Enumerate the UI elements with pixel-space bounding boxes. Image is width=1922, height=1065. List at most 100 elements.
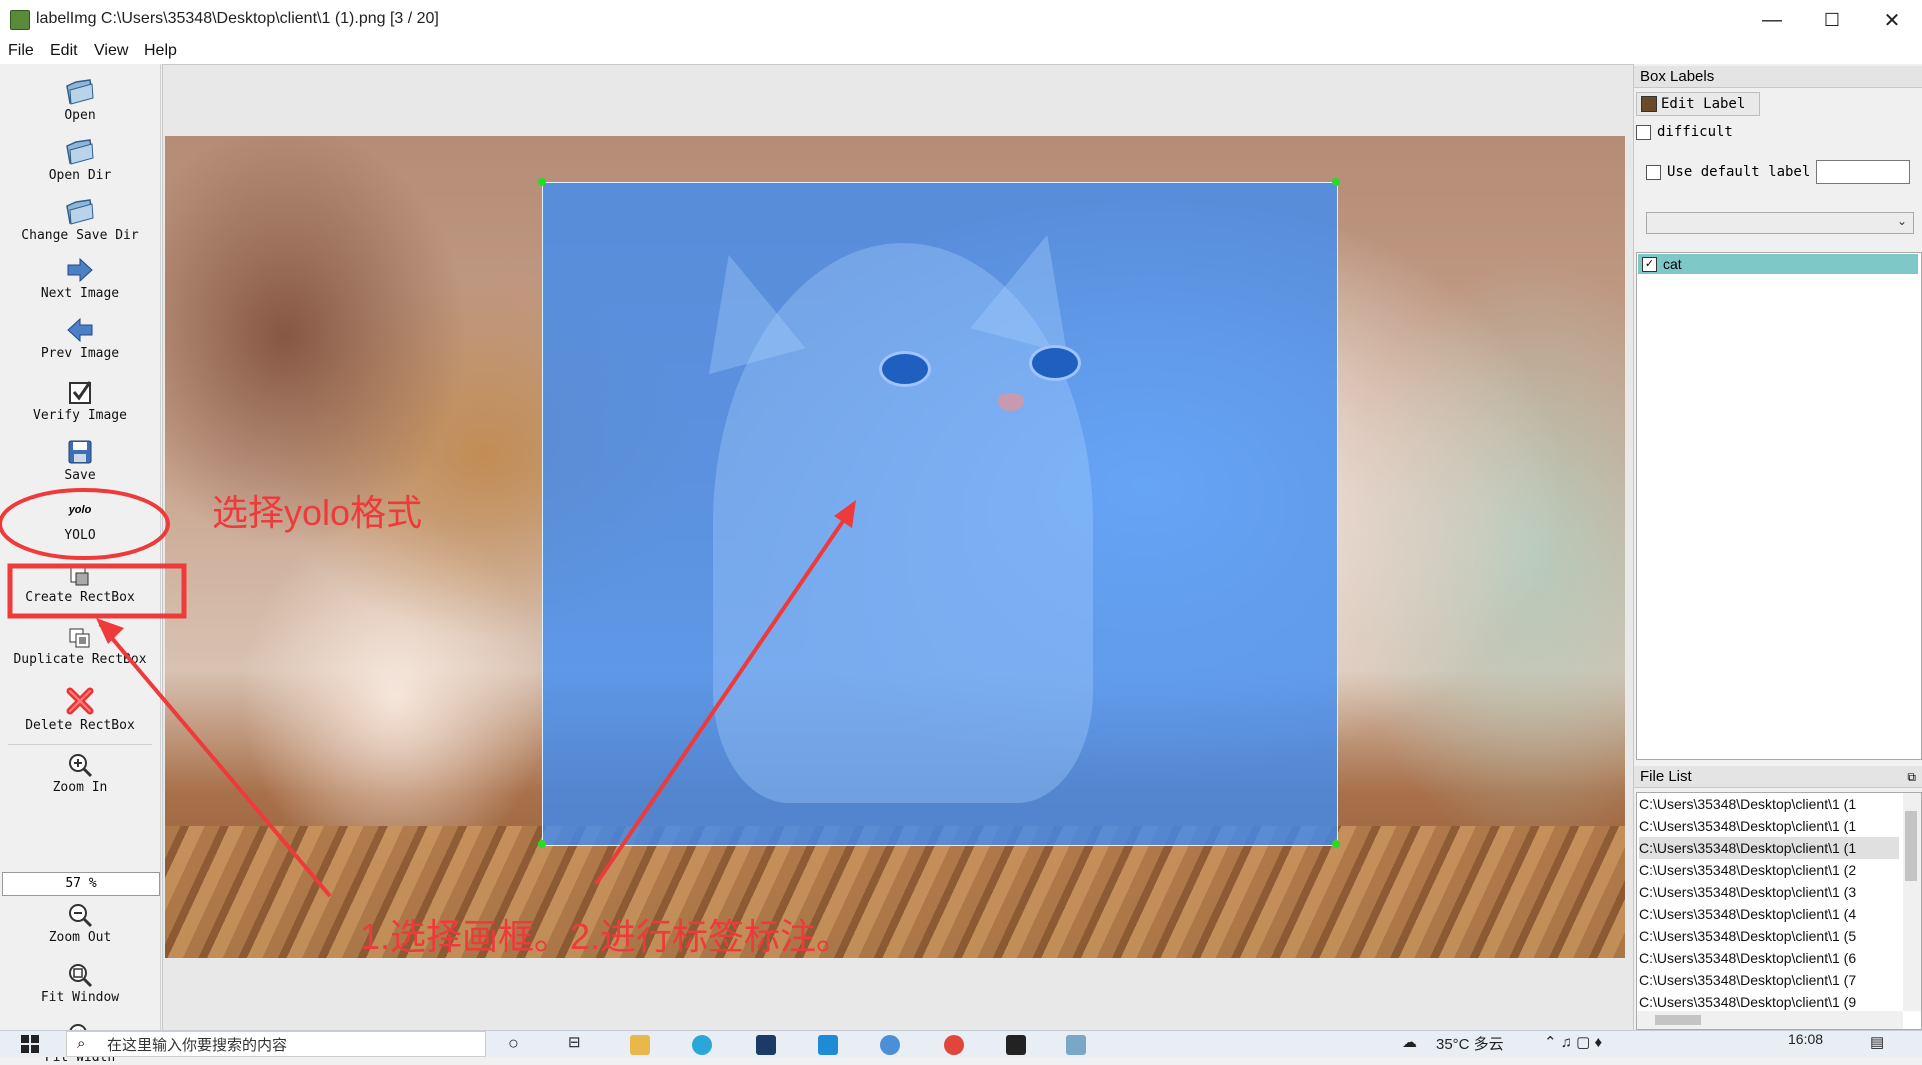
arrow-left-icon	[67, 317, 93, 343]
save-button[interactable]: Save	[0, 438, 160, 483]
copy-icon	[69, 628, 90, 648]
zoom-level-field[interactable]: 57 %	[2, 872, 160, 896]
format-label: YOLO	[64, 528, 96, 543]
file-list-item[interactable]: C:\Users\35348\Desktop\client\1 (1	[1639, 815, 1899, 837]
file-list-item[interactable]: C:\Users\35348\Desktop\client\1 (4	[1639, 903, 1899, 925]
steps-note: 1.选择画框。2.进行标签标注。	[360, 916, 853, 957]
scrollbar-thumb[interactable]	[1655, 1015, 1701, 1025]
taskbar-search-box[interactable]: ⌕ 在这里输入你要搜索的内容	[66, 1031, 486, 1057]
use-default-label-text: Use default label	[1667, 164, 1811, 180]
file-list-item[interactable]: C:\Users\35348\Desktop\client\1 (3	[1639, 881, 1899, 903]
app-icon[interactable]	[880, 1035, 900, 1055]
chevron-down-icon: ⌄	[1896, 214, 1907, 228]
file-list-item[interactable]: C:\Users\35348\Desktop\client\1 (6	[1639, 947, 1899, 969]
default-label-input[interactable]	[1816, 160, 1910, 184]
box-handle-bottom-right[interactable]	[1332, 840, 1340, 848]
delete-rectbox-button[interactable]: Delete RectBox	[0, 686, 160, 733]
use-default-label-row[interactable]: Use default label	[1646, 164, 1810, 180]
format-note: 选择yolo格式	[212, 492, 423, 533]
open-label: Open	[64, 108, 96, 123]
file-explorer-icon[interactable]	[630, 1035, 650, 1055]
zoom-in-label: Zoom In	[52, 780, 108, 795]
file-list-item-selected[interactable]: C:\Users\35348\Desktop\client\1 (1	[1639, 837, 1899, 859]
toolbar: Open Open Dir Change Save Dir Next Image…	[0, 64, 161, 1065]
pencil-icon	[1641, 96, 1657, 112]
difficult-checkbox[interactable]	[1636, 124, 1651, 140]
file-list-item[interactable]: C:\Users\35348\Desktop\client\1 (2	[1639, 859, 1899, 881]
close-button[interactable]: ✕	[1862, 0, 1922, 40]
cortana-icon[interactable]: ○	[508, 1033, 519, 1054]
checked-icon[interactable]: ✓	[1642, 256, 1657, 272]
change-save-dir-label: Change Save Dir	[21, 228, 139, 243]
toolbar-divider	[8, 744, 152, 745]
file-list-item[interactable]: C:\Users\35348\Desktop\client\1 (5	[1639, 925, 1899, 947]
notification-icon[interactable]: ▤	[1870, 1033, 1884, 1051]
create-rect-icon	[70, 567, 89, 586]
maximize-button[interactable]: ☐	[1802, 0, 1862, 40]
file-list-item[interactable]: C:\Users\35348\Desktop\client\1 (9	[1639, 991, 1899, 1013]
vscode-icon[interactable]	[818, 1035, 838, 1055]
label-item-cat[interactable]: ✓ cat	[1638, 254, 1918, 274]
window-title: labelImg C:\Users\35348\Desktop\client\1…	[36, 10, 439, 27]
minimize-button[interactable]: —	[1742, 0, 1802, 40]
zoom-in-icon	[69, 754, 93, 778]
menu-edit[interactable]: Edit	[50, 42, 78, 60]
edit-label-button[interactable]: Edit Label	[1636, 92, 1760, 116]
weather-text[interactable]: 35°C 多云	[1436, 1033, 1504, 1054]
prev-image-button[interactable]: Prev Image	[0, 316, 160, 361]
file-list-vertical-scrollbar[interactable]	[1903, 793, 1921, 1011]
box-handle-top-left[interactable]	[538, 178, 546, 186]
task-view-icon[interactable]: ⊟	[568, 1033, 581, 1051]
create-rectbox-button[interactable]: Create RectBox	[0, 564, 160, 605]
box-handle-bottom-left[interactable]	[538, 840, 546, 848]
bounding-box-cat[interactable]	[542, 182, 1338, 846]
label-combo-box[interactable]: ⌄	[1646, 212, 1914, 234]
dev-app-icon[interactable]	[756, 1035, 776, 1055]
menu-file[interactable]: File	[8, 42, 34, 60]
file-list-title-text: File List	[1640, 768, 1692, 785]
open-dir-button[interactable]: Open Dir	[0, 136, 160, 183]
cat-eye-right	[1029, 345, 1081, 381]
menu-bar: File Edit View Help	[0, 40, 1922, 64]
windows-start-icon[interactable]	[20, 1034, 40, 1054]
menu-help[interactable]: Help	[144, 42, 177, 60]
taskbar: ⌕ 在这里输入你要搜索的内容 ○ ⊟ ☁ 35°C 多云 ⌃ ♫ ▢ ♦ 16:…	[0, 1030, 1922, 1057]
change-save-dir-button[interactable]: Change Save Dir	[0, 196, 160, 243]
zoom-in-button[interactable]: Zoom In	[0, 752, 160, 795]
file-list[interactable]: C:\Users\35348\Desktop\client\1 (1 C:\Us…	[1636, 792, 1922, 1030]
scrollbar-thumb[interactable]	[1905, 811, 1917, 881]
chrome-icon[interactable]	[944, 1035, 964, 1055]
labelimg-app-icon	[10, 10, 30, 30]
undock-icon[interactable]: ⧉	[1907, 766, 1916, 788]
use-default-label-checkbox[interactable]	[1646, 164, 1661, 180]
file-list-item[interactable]: C:\Users\35348\Desktop\client\1 (1	[1639, 793, 1899, 815]
file-list-title: File List ⧉	[1634, 766, 1922, 788]
edit-label-text: Edit Label	[1661, 96, 1746, 112]
duplicate-rectbox-label: Duplicate RectBox	[13, 652, 147, 667]
box-handle-top-right[interactable]	[1332, 178, 1340, 186]
tray-icons[interactable]: ⌃ ♫ ▢ ♦	[1544, 1033, 1602, 1051]
cat-eye-left	[879, 351, 931, 387]
labelimg-taskbar-icon[interactable]	[1066, 1035, 1086, 1055]
floppy-disk-icon	[68, 440, 92, 464]
open-dir-label: Open Dir	[48, 168, 112, 183]
label-list[interactable]: ✓ cat	[1636, 252, 1922, 760]
next-image-button[interactable]: Next Image	[0, 256, 160, 301]
prev-image-label: Prev Image	[40, 346, 120, 361]
zoom-out-button[interactable]: Zoom Out	[0, 902, 160, 945]
file-list-horizontal-scrollbar[interactable]	[1637, 1011, 1903, 1029]
menu-view[interactable]: View	[94, 42, 128, 60]
verify-image-button[interactable]: Verify Image	[0, 378, 160, 423]
file-list-item[interactable]: C:\Users\35348\Desktop\client\1 (7	[1639, 969, 1899, 991]
terminal-icon[interactable]	[1006, 1035, 1026, 1055]
fit-window-button[interactable]: Fit Window	[0, 962, 160, 1005]
difficult-checkbox-row[interactable]: difficult	[1636, 124, 1733, 140]
duplicate-rectbox-button[interactable]: Duplicate RectBox	[0, 626, 160, 667]
zoom-out-label: Zoom Out	[48, 930, 112, 945]
open-button[interactable]: Open	[0, 76, 160, 123]
folder-icon	[66, 139, 94, 165]
clock-time[interactable]: 16:08	[1788, 1031, 1823, 1047]
edge-browser-icon[interactable]	[692, 1035, 712, 1055]
label-item-text: cat	[1663, 256, 1682, 272]
format-yolo-button[interactable]: yolo YOLO	[0, 504, 160, 543]
